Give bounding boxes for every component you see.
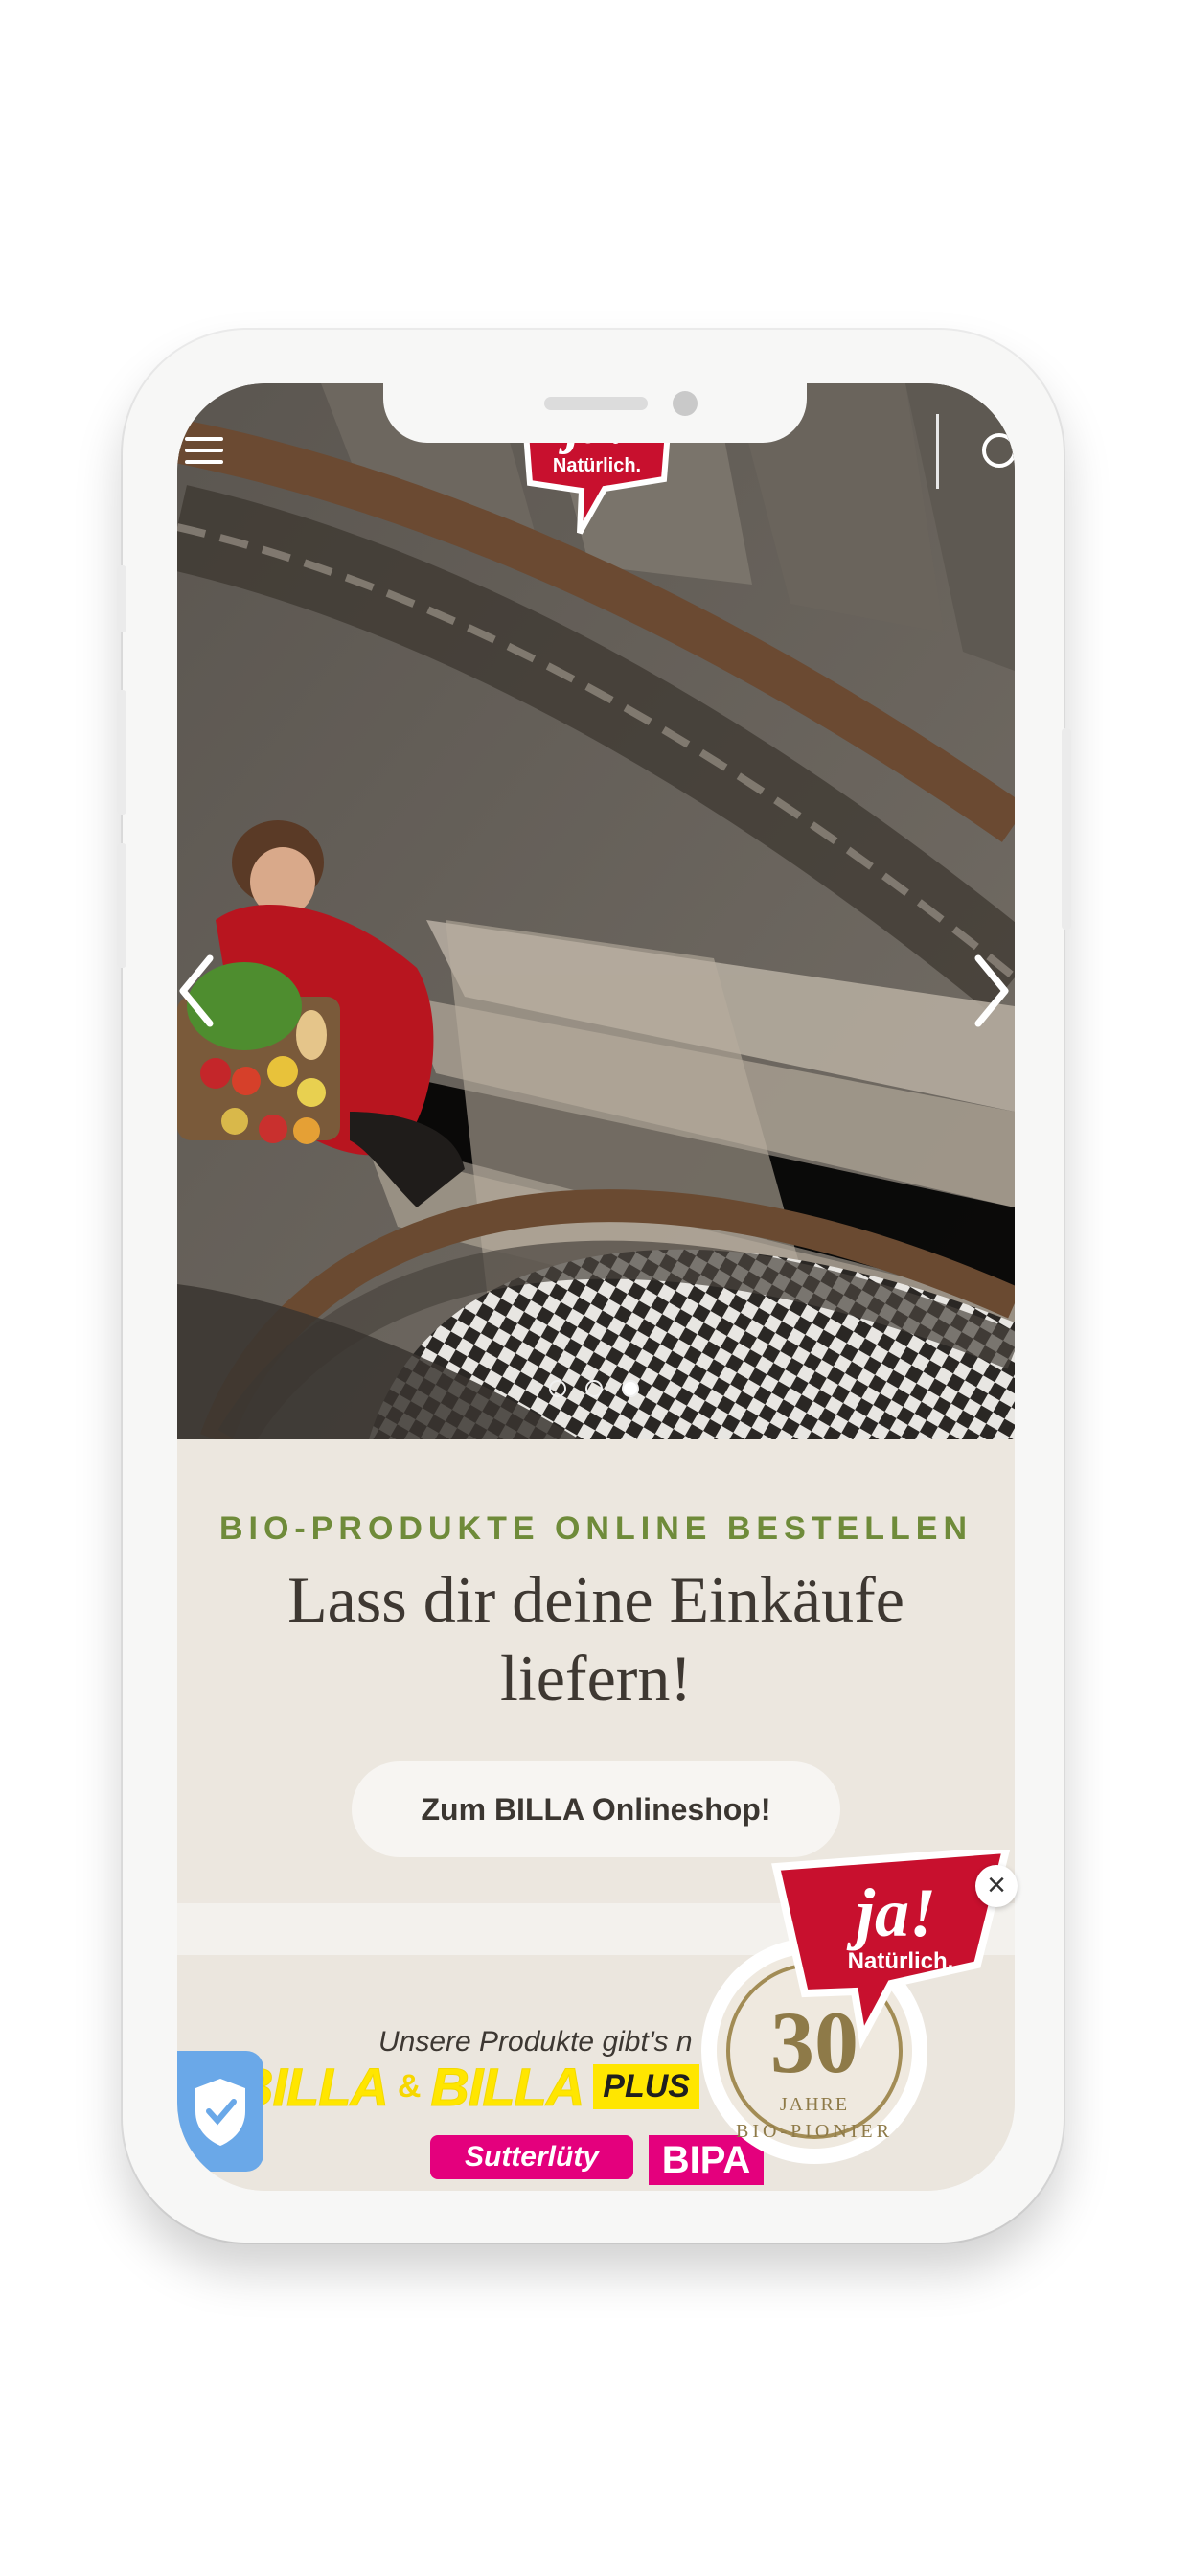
sutterluety-logo[interactable]: Sutterlüty [430,2135,633,2179]
shield-check-icon [195,2079,245,2146]
chevron-left-icon [179,954,214,1027]
front-camera [673,391,698,416]
billa-plus-tag: PLUS [593,2063,699,2109]
svg-text:BIO-PIONIER: BIO-PIONIER [736,2121,893,2142]
hero-slide-image: ja! Natürlich. [177,383,1015,1439]
phone-notch [383,383,807,443]
section-headline: Lass dir deine Einkäufe liefern! [235,1560,957,1717]
headline-line-2: liefern! [499,1642,693,1714]
side-button-volume-up [117,690,126,815]
svg-text:Natürlich.: Natürlich. [848,1948,954,1974]
carousel-dot-3[interactable] [622,1380,639,1397]
privacy-settings-button[interactable] [177,2051,263,2172]
side-button-volume-down [117,843,126,968]
svg-text:ja!: ja! [846,1874,936,1951]
side-button-power [1062,728,1071,930]
chevron-right-icon [974,954,1009,1027]
30-jahre-bio-pionier-badge[interactable]: 30 JAHRE BIO-PIONIER ja! Natürlich. [690,1850,1016,2166]
carousel-dot-1[interactable] [549,1380,566,1397]
carousel-dot-2[interactable] [585,1380,603,1397]
billa-logos: BILLA & BILLA PLUS [235,2053,699,2120]
search-icon[interactable] [974,429,1015,472]
hamburger-menu-icon[interactable] [185,431,225,468]
badge-close-button[interactable]: × [975,1865,1018,1907]
carousel-next-button[interactable] [965,951,1015,1031]
svg-text:Natürlich.: Natürlich. [553,455,641,476]
billa-plus-logo[interactable]: BILLA [430,2056,585,2118]
carousel-prev-button[interactable] [177,951,225,1031]
hero-text-section: BIO-PRODUKTE ONLINE BESTELLEN Lass dir d… [177,1439,1015,1899]
svg-text:JAHRE: JAHRE [780,2094,849,2115]
staircase-photo [177,383,1015,1439]
ampersand: & [397,2067,422,2104]
side-button-mute [117,565,126,632]
carousel-pagination [549,1380,639,1403]
speaker-grille [544,397,648,410]
header-divider [936,414,939,489]
headline-line-1: Lass dir deine Einkäufe [287,1563,904,1636]
billa-onlineshop-button[interactable]: Zum BILLA Onlineshop! [352,1761,840,1857]
section-eyebrow: BIO-PRODUKTE ONLINE BESTELLEN [218,1510,973,1547]
svg-text:30: 30 [770,1993,858,2091]
